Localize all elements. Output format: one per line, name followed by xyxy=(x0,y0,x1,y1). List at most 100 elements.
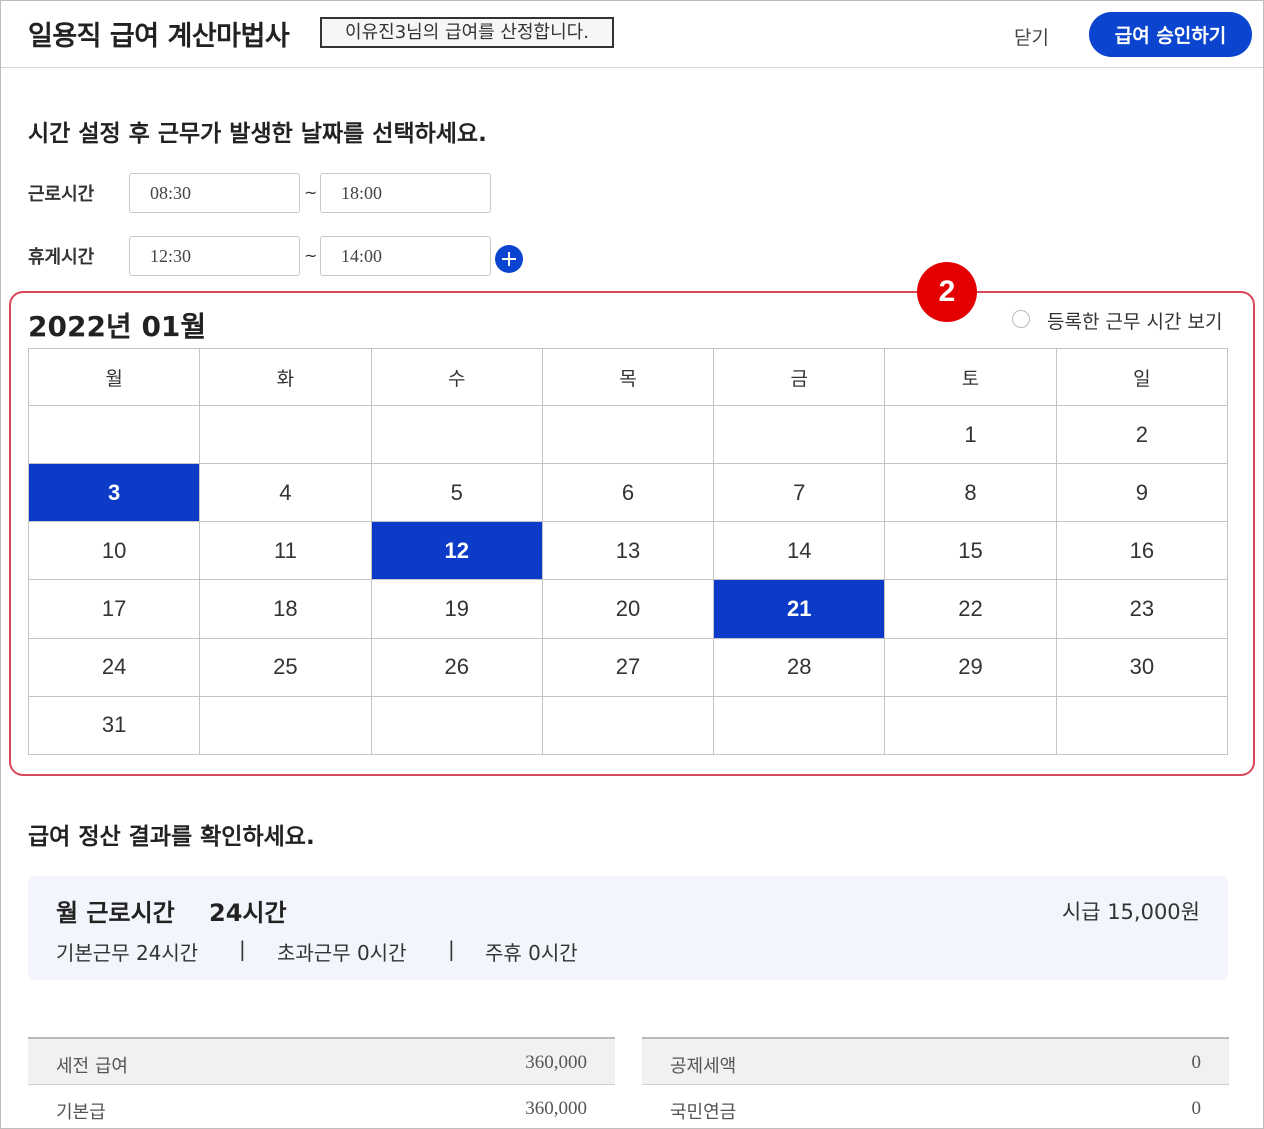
calendar-day-25[interactable]: 25 xyxy=(199,637,372,697)
calendar-week-row: 17 18 19 20 21 22 23 xyxy=(27,579,1229,639)
calendar-day-13[interactable]: 13 xyxy=(541,521,715,581)
calendar-empty-cell xyxy=(370,404,543,465)
calendar-week-row: 3456789 xyxy=(27,463,1229,523)
calendar-day-16[interactable]: 16 xyxy=(1055,521,1229,581)
weekly-rest-hours: 주휴 0시간 xyxy=(485,941,578,965)
result-title: 급여 정산 결과를 확인하세요. xyxy=(28,824,315,850)
weekday-header: 화 xyxy=(199,348,372,406)
calendar-day-31[interactable]: 31 xyxy=(27,695,201,756)
table-row: 국민연금 0 xyxy=(642,1085,1229,1128)
calendar-empty-cell xyxy=(1055,695,1229,756)
calendar-week-row: 10 11 12 13 14 15 16 xyxy=(27,521,1229,581)
header-bar: 일용직 급여 계산마법사 이유진3님의 급여를 산정합니다. 닫기 급여 승인하… xyxy=(1,1,1263,68)
weekday-header-row: 월화수목금토일 xyxy=(27,348,1229,406)
gross-pay-label: 세전 급여 xyxy=(56,1056,128,1077)
deductions-table: 공제세액 0 국민연금 0 xyxy=(642,1037,1229,1128)
calendar-day-30[interactable]: 30 xyxy=(1055,637,1229,697)
weekday-header: 월 xyxy=(27,348,201,406)
calendar-day-4[interactable]: 4 xyxy=(199,463,372,523)
calendar-day-3[interactable]: 3 xyxy=(27,463,201,523)
calendar-body: 1 2 3 4 5 6 7 8 9 10 11 12 13 14 15 16 17 18 19 20 21 22 23 24 2… xyxy=(27,404,1229,756)
calendar-day-5[interactable]: 5 xyxy=(370,463,543,523)
calendar-day-7[interactable]: 7 xyxy=(713,463,886,523)
calendar-day-14[interactable]: 14 xyxy=(713,521,886,581)
overtime-hours: 초과근무 0시간 xyxy=(277,941,407,965)
tax-deduction-value: 0 xyxy=(1191,1052,1202,1073)
salary-wizard-window: 일용직 급여 계산마법사 이유진3님의 급여를 산정합니다. 닫기 급여 승인하… xyxy=(0,0,1264,1129)
month-title: 2022년 01월 xyxy=(28,310,207,343)
hourly-wage: 시급 15,000원 xyxy=(1061,900,1200,924)
work-end-input[interactable] xyxy=(320,173,491,213)
summary-separator: | xyxy=(239,937,246,961)
calendar-day-27[interactable]: 27 xyxy=(541,637,715,697)
calendar-empty-cell xyxy=(541,404,715,465)
work-start-input[interactable] xyxy=(129,173,300,213)
calendar-day-29[interactable]: 29 xyxy=(884,637,1057,697)
summary-card: 월 근로시간 24시간 시급 15,000원 기본근무 24시간 | 초과근무 … xyxy=(28,876,1228,980)
weekday-header: 수 xyxy=(370,348,543,406)
calendar-week-row: 24 25 26 27 28 29 30 xyxy=(27,637,1229,697)
calendar-day-11[interactable]: 11 xyxy=(199,521,372,581)
weekday-header: 일 xyxy=(1055,348,1229,406)
calendar-day-20[interactable]: 20 xyxy=(541,579,715,639)
employee-subtitle: 이유진3님의 급여를 산정합니다. xyxy=(320,17,614,48)
base-pay-value: 360,000 xyxy=(525,1098,587,1119)
calendar-day-24[interactable]: 24 xyxy=(27,637,201,697)
calendar-week-row: 12 xyxy=(27,404,1229,465)
calendar-empty-cell xyxy=(884,695,1057,756)
step-badge: 2 xyxy=(917,262,977,322)
calendar-day-12[interactable]: 12 xyxy=(370,521,543,581)
calendar-grid: 월화수목금토일 1 2 3 4 5 6 7 8 9 10 11 12 13 14 15 16 17 18 19 20 2… xyxy=(27,348,1229,756)
break-end-input[interactable] xyxy=(320,236,491,276)
calendar-day-23[interactable]: 23 xyxy=(1055,579,1229,639)
table-row: 세전 급여 360,000 xyxy=(28,1037,615,1085)
time-instruction-title: 시간 설정 후 근무가 발생한 날짜를 선택하세요. xyxy=(28,121,487,147)
calendar-day-22[interactable]: 22 xyxy=(884,579,1057,639)
gross-pay-value: 360,000 xyxy=(525,1052,587,1073)
calendar-day-6[interactable]: 6 xyxy=(541,463,715,523)
calendar-empty-cell xyxy=(713,404,886,465)
calendar-week-row: 31 xyxy=(27,695,1229,756)
calendar-empty-cell xyxy=(27,404,201,465)
calendar-day-9[interactable]: 9 xyxy=(1055,463,1229,523)
table-row: 공제세액 0 xyxy=(642,1037,1229,1085)
national-pension-value: 0 xyxy=(1191,1098,1202,1119)
calendar-day-19[interactable]: 19 xyxy=(370,579,543,639)
monthly-hours-label: 월 근로시간 xyxy=(56,899,175,927)
add-break-plus-icon[interactable] xyxy=(495,245,523,273)
basic-hours: 기본근무 24시간 xyxy=(56,941,199,965)
radio-circle-icon[interactable] xyxy=(1012,310,1030,328)
calendar-day-10[interactable]: 10 xyxy=(27,521,201,581)
weekday-header: 목 xyxy=(541,348,715,406)
weekday-header: 금 xyxy=(713,348,886,406)
national-pension-label: 국민연금 xyxy=(670,1102,737,1123)
show-registered-hours-label: 등록한 근무 시간 보기 xyxy=(1047,311,1223,333)
base-pay-label: 기본급 xyxy=(56,1102,106,1123)
summary-separator: | xyxy=(448,937,455,961)
approve-salary-button[interactable]: 급여 승인하기 xyxy=(1089,12,1252,57)
calendar-day-15[interactable]: 15 xyxy=(884,521,1057,581)
calendar-day-18[interactable]: 18 xyxy=(199,579,372,639)
app-title: 일용직 급여 계산마법사 xyxy=(28,21,290,52)
table-row: 기본급 360,000 xyxy=(28,1085,615,1128)
tax-deduction-label: 공제세액 xyxy=(670,1056,737,1077)
weekday-header: 토 xyxy=(884,348,1057,406)
close-button[interactable]: 닫기 xyxy=(1014,23,1049,50)
calendar-empty-cell xyxy=(199,695,372,756)
break-start-input[interactable] xyxy=(129,236,300,276)
calendar-empty-cell xyxy=(370,695,543,756)
calendar-empty-cell xyxy=(541,695,715,756)
calendar-empty-cell xyxy=(713,695,886,756)
break-time-separator: ~ xyxy=(304,246,318,265)
calendar-day-21[interactable]: 21 xyxy=(713,579,886,639)
calendar-day-26[interactable]: 26 xyxy=(370,637,543,697)
calendar-day-8[interactable]: 8 xyxy=(884,463,1057,523)
break-time-label: 휴게시간 xyxy=(28,247,95,268)
work-time-separator: ~ xyxy=(304,183,318,202)
work-time-label: 근로시간 xyxy=(28,184,95,205)
calendar-day-28[interactable]: 28 xyxy=(713,637,886,697)
calendar-day-1[interactable]: 1 xyxy=(884,404,1057,465)
calendar-day-2[interactable]: 2 xyxy=(1055,404,1229,465)
calendar-day-17[interactable]: 17 xyxy=(27,579,201,639)
earnings-table: 세전 급여 360,000 기본급 360,000 xyxy=(28,1037,615,1128)
